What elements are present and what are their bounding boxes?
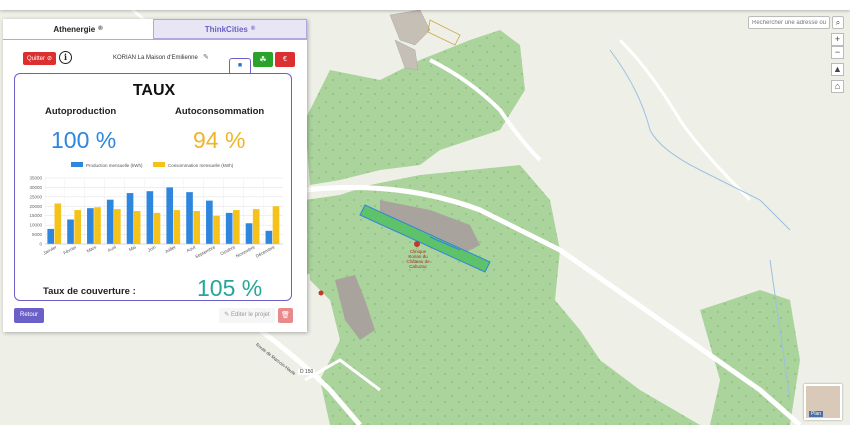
poi-label[interactable]: Clinique Korian du Château de Cahuzac xyxy=(404,249,432,269)
legend-swatch xyxy=(71,162,83,167)
legend-label: Consommation mensuelle (kWh) xyxy=(168,163,234,168)
y-tick-label: 30000 xyxy=(29,185,42,190)
x-tick-label: Juillet xyxy=(164,244,177,254)
production-bar xyxy=(106,199,114,244)
consumption-bar xyxy=(94,207,101,244)
consumption-bar xyxy=(133,211,141,244)
stop-icon: ⊘ xyxy=(47,56,53,62)
taux-value: 105 % xyxy=(197,275,263,301)
retour-button[interactable]: Retour xyxy=(14,308,44,323)
autoproduction-label: Autoproduction xyxy=(45,106,117,117)
production-bar xyxy=(166,187,174,244)
x-tick-label: Février xyxy=(62,244,77,255)
production-bar xyxy=(67,219,74,244)
x-tick-label: Décembre xyxy=(255,244,276,258)
production-bar xyxy=(47,228,55,244)
card-title: TAUX xyxy=(132,82,176,99)
y-tick-label: 15000 xyxy=(29,213,42,218)
quit-label: Quitter xyxy=(27,55,46,62)
road-label: D 150 xyxy=(298,369,316,375)
production-bar xyxy=(245,223,253,244)
y-tick-label: 25000 xyxy=(29,194,42,199)
taux-card: TAUX Autoproduction Autoconsommation 100… xyxy=(14,73,292,301)
project-name: KORIAN La Maison d'Emilienne xyxy=(113,55,198,61)
trash-icon[interactable]: 🗑 xyxy=(278,308,293,323)
autoconsommation-value: 94 % xyxy=(193,127,246,153)
folder-icon[interactable]: ■ xyxy=(229,58,251,74)
consumption-bar xyxy=(173,210,181,244)
taux-label: Taux de couverture : xyxy=(43,286,136,297)
edit-project-label: Editer le projet xyxy=(231,312,270,318)
consumption-bar xyxy=(54,203,62,244)
zoom-in-button[interactable]: + xyxy=(831,33,844,46)
x-tick-label: Septembre xyxy=(194,244,216,259)
consumption-bar xyxy=(114,209,121,244)
x-tick-label: Novembre xyxy=(235,244,256,258)
production-bar xyxy=(126,193,134,244)
legend-swatch xyxy=(153,162,165,167)
search-icon[interactable]: ⌕ xyxy=(832,16,844,29)
x-tick-label: Aout xyxy=(186,244,197,253)
tab-divider xyxy=(3,39,307,40)
legend-label: Production mensuelle (kWh) xyxy=(86,163,143,168)
info-icon[interactable]: i xyxy=(59,51,72,64)
tab-athenergie[interactable]: Athenergie ® xyxy=(3,19,153,39)
basemap-label: Plan xyxy=(809,411,824,417)
production-bar xyxy=(186,192,193,244)
x-tick-label: Juin xyxy=(147,244,157,253)
autoconsommation-label: Autoconsommation xyxy=(175,106,265,117)
tab-athenergie-label: Athenergie xyxy=(53,24,96,34)
map-search-input[interactable] xyxy=(748,16,830,29)
consumption-bar xyxy=(272,206,280,244)
x-tick-label: Janvier xyxy=(42,244,58,255)
tab-thinkcities-label: ThinkCities xyxy=(204,24,248,34)
quit-button[interactable]: Quitter ⊘ xyxy=(23,52,57,65)
y-tick-label: 5000 xyxy=(32,232,43,237)
production-bar xyxy=(265,230,273,244)
y-tick-label: 20000 xyxy=(29,204,42,209)
y-tick-label: 10000 xyxy=(29,223,42,228)
production-bar xyxy=(206,200,213,244)
basemap-switcher[interactable]: Plan xyxy=(804,384,842,420)
pencil-icon[interactable]: ✎ xyxy=(203,53,213,63)
chart-svg: Production mensuelle (kWh) Consommation m… xyxy=(29,162,283,259)
consumption-bar xyxy=(252,209,260,244)
consumption-bar xyxy=(74,210,81,244)
production-bar xyxy=(146,191,154,244)
autoproduction-value: 100 % xyxy=(51,127,117,153)
consumption-bar xyxy=(233,210,240,244)
registered-icon: ® xyxy=(98,26,103,32)
registered-icon: ® xyxy=(250,26,256,32)
consumption-bar xyxy=(193,211,200,244)
monthly-chart: Production mensuelle (kWh) Consommation m… xyxy=(21,160,289,276)
building-3d-icon[interactable]: ⌂ xyxy=(831,80,844,93)
y-tick-label: 35000 xyxy=(29,176,42,181)
leaf-icon[interactable]: ☘ xyxy=(253,52,273,67)
consumption-bar xyxy=(213,215,220,244)
side-panel: ✖ Athenergie ® ThinkCities ® Quitter ⊘ i… xyxy=(3,19,307,332)
production-bar xyxy=(225,212,233,244)
y-tick-label: 0 xyxy=(39,242,42,247)
zoom-out-button[interactable]: − xyxy=(831,46,844,59)
tab-thinkcities[interactable]: ThinkCities ® xyxy=(153,19,307,39)
x-tick-label: Avril xyxy=(107,244,117,252)
production-bar xyxy=(87,208,94,244)
consumption-bar xyxy=(153,212,161,244)
x-tick-label: Mai xyxy=(128,244,137,252)
edit-project-button[interactable]: ✎ Editer le projet xyxy=(219,308,275,323)
x-tick-label: Octobre xyxy=(219,244,236,256)
euro-icon[interactable]: € xyxy=(275,52,295,67)
x-tick-label: Mars xyxy=(86,244,98,253)
top-bar xyxy=(0,0,850,10)
compass-icon[interactable]: ▲ xyxy=(831,63,844,76)
